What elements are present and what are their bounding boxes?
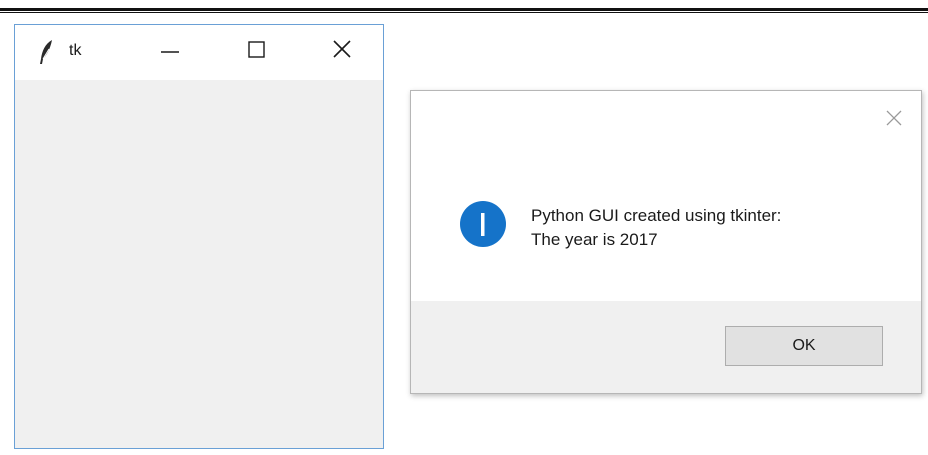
close-icon[interactable] — [883, 107, 905, 129]
feather-icon — [40, 40, 52, 64]
top-rule — [0, 8, 928, 13]
message-line-1: Python GUI created using tkinter: — [531, 206, 782, 225]
info-icon — [460, 201, 506, 247]
tk-titlebar: tk — [15, 25, 383, 80]
window-title: tk — [69, 42, 82, 59]
tk-root-window: tk — [14, 24, 384, 449]
minimize-icon[interactable] — [155, 35, 185, 65]
message-text: Python GUI created using tkinter: The ye… — [531, 204, 781, 252]
maximize-icon[interactable] — [241, 35, 271, 65]
message-line-2: The year is 2017 — [531, 230, 658, 249]
close-icon[interactable] — [327, 35, 357, 65]
ok-button[interactable]: OK — [725, 326, 883, 366]
messagebox-dialog: Python GUI created using tkinter: The ye… — [410, 90, 922, 394]
dialog-footer: OK — [411, 301, 921, 393]
